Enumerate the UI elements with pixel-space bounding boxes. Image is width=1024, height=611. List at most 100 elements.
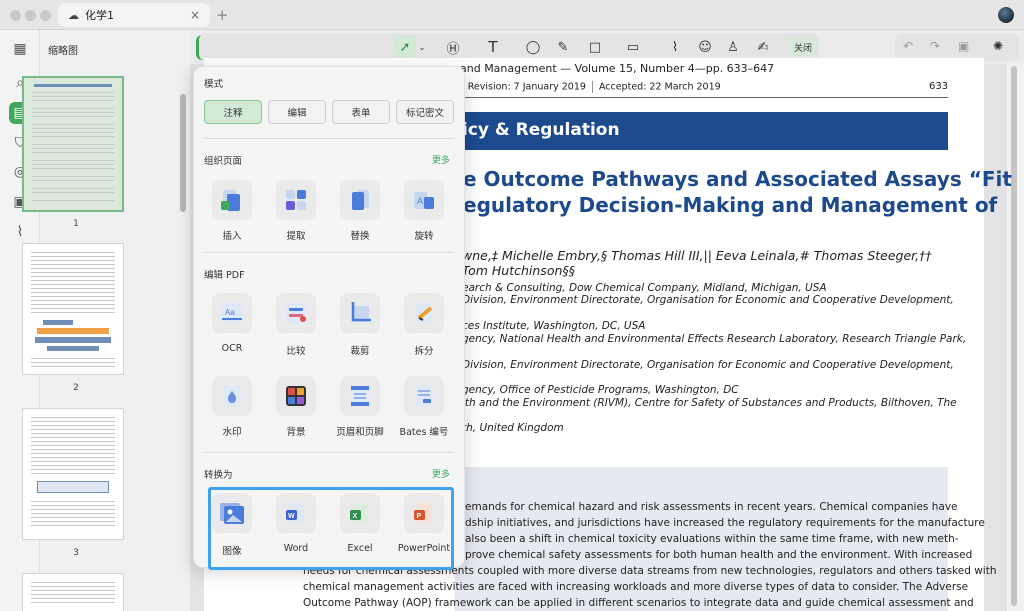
- divider: [204, 138, 454, 139]
- bates-number-label: Bates 编号: [399, 427, 449, 438]
- divider: [204, 252, 454, 253]
- revision-date: or Revision: 7 January 2019: [455, 81, 586, 93]
- divider: [204, 452, 454, 453]
- close-tools-button[interactable]: 关闭: [788, 37, 818, 57]
- thumbnail-scrollbar[interactable]: [180, 94, 186, 212]
- page-thumbnail-3[interactable]: [22, 408, 124, 540]
- cloud-icon: ☁: [68, 8, 79, 22]
- ocr-icon[interactable]: Aa: [212, 293, 252, 333]
- authors-line-2: Tom Hutchinson§§: [462, 263, 575, 278]
- signature-tool-icon[interactable]: ✍: [752, 36, 774, 58]
- authors: wne,‡ Michelle Embry,§ Thomas Hill III,|…: [462, 248, 932, 278]
- page-number-2: 2: [73, 383, 79, 393]
- compare-icon[interactable]: [276, 293, 316, 333]
- background-icon[interactable]: [276, 376, 316, 416]
- bates-number-icon[interactable]: [404, 376, 444, 416]
- mode-annotate-button[interactable]: 注释: [204, 100, 262, 124]
- edit-section-title: 编辑 PDF: [204, 270, 245, 281]
- replace-label: 替换: [350, 231, 370, 242]
- attachment-icon[interactable]: ⌇: [9, 221, 31, 243]
- mode-edit-button[interactable]: 编辑: [268, 100, 326, 124]
- replace-page-icon[interactable]: [340, 180, 380, 220]
- document-scrollbar-thumb[interactable]: [1011, 66, 1017, 606]
- page-number-1: 1: [73, 219, 79, 229]
- measure-tool-icon[interactable]: ▭: [622, 36, 644, 58]
- ocr-label: OCR: [221, 343, 243, 354]
- header-footer-icon[interactable]: [340, 376, 380, 416]
- thumbnail-pane-title: 缩略图: [48, 46, 78, 57]
- mode-section-title: 模式: [204, 79, 224, 90]
- text-tool-icon[interactable]: T: [482, 36, 504, 58]
- crop-icon[interactable]: [340, 293, 380, 333]
- background-label: 背景: [286, 427, 306, 438]
- undo-icon[interactable]: ↶: [903, 39, 913, 53]
- organize-section-title: 组织页面: [204, 156, 243, 167]
- convert-section-title: 转换为: [204, 470, 233, 481]
- ai-assistant-icon[interactable]: ✺: [993, 39, 1003, 53]
- abstract-line: chemical management activities are faced…: [303, 581, 969, 593]
- extract-page-icon[interactable]: [276, 180, 316, 220]
- page-number: 633: [929, 81, 949, 92]
- split-label: 拆分: [414, 346, 434, 357]
- avatar[interactable]: [998, 7, 1014, 23]
- affiliation: lth and the Environment (RIVM), Centre f…: [462, 397, 957, 409]
- tab-title: 化学1: [85, 9, 114, 22]
- watermark-icon[interactable]: [212, 376, 252, 416]
- zoom-window-button[interactable]: [40, 10, 51, 21]
- article-title-line-2: egulatory Decision-Making and Management…: [463, 193, 998, 217]
- affiliation: gency, Office of Pesticide Programs, Was…: [462, 384, 739, 396]
- split-icon[interactable]: [404, 293, 444, 333]
- redo-icon[interactable]: ↷: [930, 39, 940, 53]
- page-thumbnail-2[interactable]: [22, 243, 124, 375]
- chevron-down-icon[interactable]: ⌄: [418, 36, 426, 58]
- journal-header: and Management — Volume 15, Number 4—pp.…: [460, 62, 775, 75]
- article-title: e Outcome Pathways and Associated Assays…: [463, 166, 1012, 218]
- tab-close-button[interactable]: ×: [190, 8, 200, 22]
- affiliation: th, United Kingdom: [462, 422, 564, 434]
- abstract-line: also been a shift in chemical toxicity e…: [465, 533, 959, 545]
- watermark-label: 水印: [222, 427, 242, 438]
- grid-icon[interactable]: ▦: [9, 38, 31, 60]
- compare-label: 比较: [286, 346, 306, 357]
- sticker-tool-icon[interactable]: ☺: [694, 36, 716, 58]
- document-tab[interactable]: ☁ 化学1 ×: [58, 3, 210, 27]
- mode-redact-button[interactable]: 标记密文: [396, 100, 454, 124]
- extract-label: 提取: [286, 231, 306, 242]
- save-icon[interactable]: ▣: [958, 39, 969, 53]
- affiliation: Division, Environment Directorate, Organ…: [462, 294, 954, 306]
- insert-page-icon[interactable]: [212, 180, 252, 220]
- header-rule: [455, 97, 948, 98]
- pen-tool-icon[interactable]: ✎: [552, 36, 574, 58]
- select-tool-icon[interactable]: ➚: [394, 36, 416, 58]
- page-thumbnail-1[interactable]: [22, 76, 124, 212]
- minimize-window-button[interactable]: [25, 10, 36, 21]
- mode-form-button[interactable]: 表单: [332, 100, 390, 124]
- stamp-tool-icon[interactable]: ♙: [722, 36, 744, 58]
- article-title-line-1: e Outcome Pathways and Associated Assays…: [463, 167, 1012, 191]
- dates-line: or Revision: 7 January 2019 Accepted: 22 …: [455, 81, 721, 93]
- crop-label: 裁剪: [350, 346, 370, 357]
- header-footer-label: 页眉和页脚: [336, 427, 384, 438]
- affiliation: gency, National Health and Environmental…: [462, 333, 967, 345]
- abstract-line: emands for chemical hazard and risk asse…: [465, 501, 958, 513]
- svg-text:A: A: [417, 196, 423, 206]
- abstract-line: Outcome Pathway (AOP) framework can be a…: [303, 597, 974, 609]
- page-thumbnail-4[interactable]: [22, 573, 124, 611]
- shape-tool-icon[interactable]: □: [584, 36, 606, 58]
- highlight-tool-icon[interactable]: Ⓗ: [442, 36, 464, 58]
- section-title: icy & Regulation: [462, 120, 620, 140]
- affiliation: earch & Consulting, Dow Chemical Company…: [462, 282, 827, 294]
- svg-text:Aa: Aa: [225, 308, 235, 317]
- comment-tool-icon[interactable]: ◯: [522, 36, 544, 58]
- rotate-page-icon[interactable]: A: [404, 180, 444, 220]
- new-tab-button[interactable]: +: [216, 6, 229, 24]
- organize-more-link[interactable]: 更多: [432, 153, 450, 166]
- convert-options-highlight: [208, 487, 454, 570]
- close-window-button[interactable]: [10, 10, 21, 21]
- attachment-tool-icon[interactable]: ⌇: [664, 36, 686, 58]
- page-number-3: 3: [73, 548, 79, 558]
- abstract-line: prove chemical safety assessments for bo…: [465, 549, 973, 561]
- authors-line-1: wne,‡ Michelle Embry,§ Thomas Hill III,|…: [462, 248, 932, 263]
- convert-more-link[interactable]: 更多: [432, 467, 450, 480]
- affiliation: Division, Environment Directorate, Organ…: [462, 359, 954, 371]
